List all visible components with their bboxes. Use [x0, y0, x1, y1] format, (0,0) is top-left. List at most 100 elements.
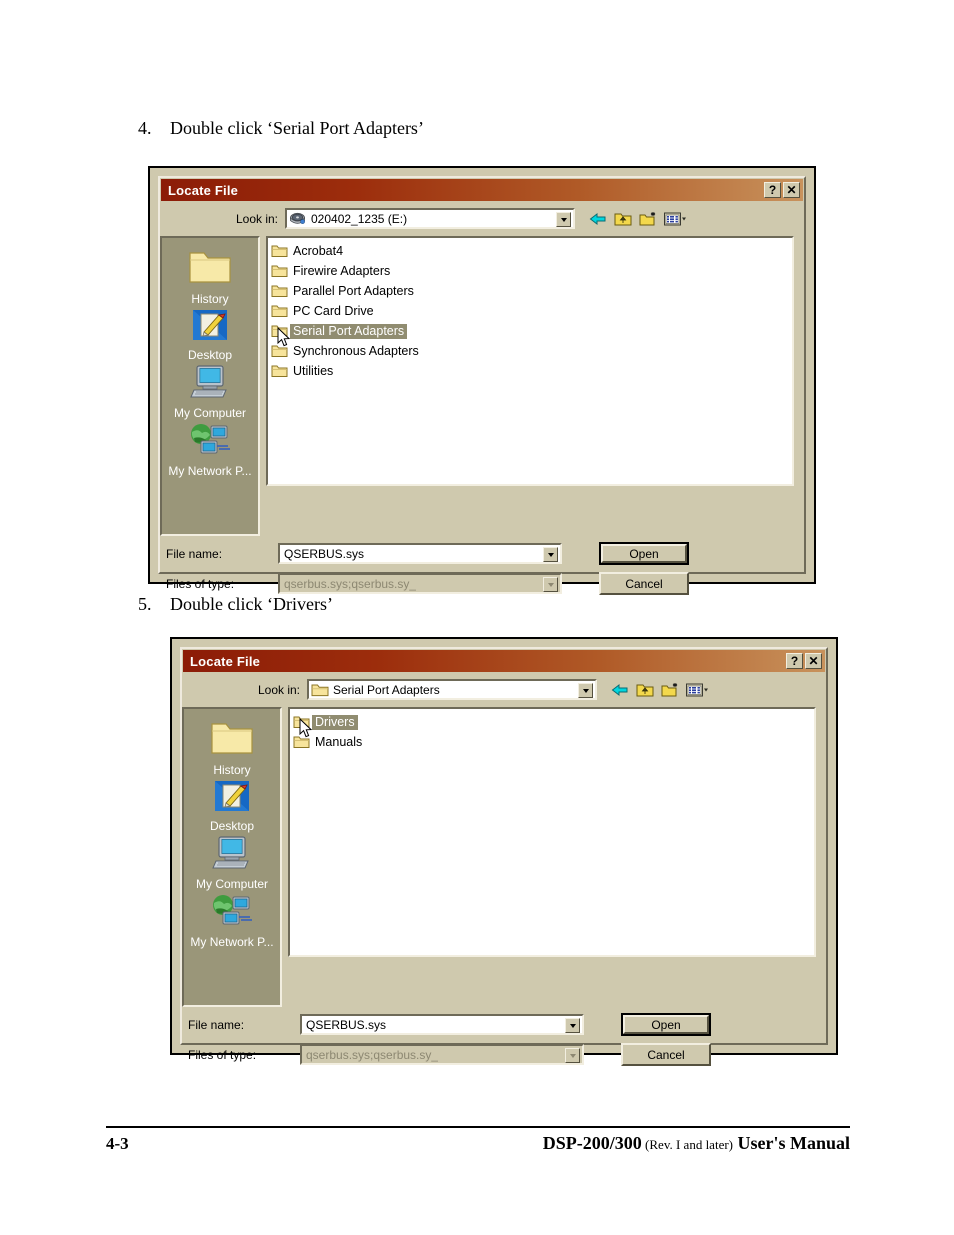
place-label: History [213, 763, 251, 777]
folder-icon [271, 284, 288, 299]
history-folder-icon [187, 248, 233, 291]
place-desktop[interactable]: Desktop [184, 779, 280, 833]
filename-value: QSERBUS.sys [306, 1017, 387, 1032]
open-button[interactable]: Open [621, 1013, 711, 1036]
place-my-network-places[interactable]: My Network P... [184, 893, 280, 949]
list-item-selected[interactable]: Drivers [290, 712, 814, 732]
help-button[interactable]: ? [764, 182, 781, 198]
place-label: My Computer [195, 877, 269, 891]
dialog2-file-list[interactable]: Drivers Manuals [288, 707, 816, 957]
dialog2-filename-row: File name: QSERBUS.sys Open [182, 1013, 826, 1036]
place-label: My Network P... [190, 935, 274, 949]
my-network-places-icon [210, 893, 254, 934]
list-item[interactable]: Parallel Port Adapters [268, 281, 792, 301]
dialog1-titlebar-buttons: ? ✕ [764, 182, 803, 198]
filename-value: QSERBUS.sys [284, 546, 365, 561]
step-4-label: Double click ‘Serial Port Adapters’ [170, 118, 424, 138]
dialog1-title: Locate File [168, 182, 239, 198]
place-label: My Computer [173, 406, 247, 420]
list-item[interactable]: Synchronous Adapters [268, 341, 792, 361]
place-label: Desktop [187, 348, 233, 362]
dialog2-titlebar: Locate File ? ✕ [183, 650, 825, 672]
back-icon[interactable] [610, 681, 630, 699]
chevron-down-icon[interactable] [565, 1048, 580, 1063]
dialog1-lookin-row: Look in: 020402_1235 (E:) [160, 208, 804, 229]
filename-input[interactable]: QSERBUS.sys [278, 543, 562, 564]
dialog1-form: File name: QSERBUS.sys Open Files of typ… [160, 542, 804, 595]
folder-icon [271, 344, 288, 359]
chevron-down-icon[interactable] [543, 577, 558, 592]
views-icon[interactable] [685, 681, 708, 699]
page-number: 4-3 [106, 1134, 129, 1153]
footer-divider [106, 1126, 850, 1128]
lookin-combo[interactable]: Serial Port Adapters [307, 679, 597, 700]
lookin-combo[interactable]: 020402_1235 (E:) [285, 208, 575, 229]
list-item[interactable]: Utilities [268, 361, 792, 381]
cancel-button-label: Cancel [647, 1047, 685, 1062]
dialog2-body: History Desktop My Computer My Network P… [182, 707, 826, 1007]
place-desktop[interactable]: Desktop [162, 308, 258, 362]
open-button-label: Open [623, 1015, 709, 1034]
folder-icon [271, 304, 288, 319]
open-button-label: Open [601, 544, 687, 563]
place-my-computer[interactable]: My Computer [162, 364, 258, 420]
list-item-label: Manuals [315, 734, 363, 749]
list-item-label: Acrobat4 [293, 243, 344, 258]
filetype-label: Files of type: [166, 576, 235, 591]
place-label: Desktop [209, 819, 255, 833]
step-5-text: 5. Double click ‘Drivers’ [138, 594, 333, 615]
open-button[interactable]: Open [599, 542, 689, 565]
chevron-down-icon[interactable] [578, 683, 593, 698]
filetype-label: Files of type: [188, 1047, 257, 1062]
place-my-computer[interactable]: My Computer [184, 835, 280, 891]
list-item-selected[interactable]: Serial Port Adapters [268, 321, 792, 341]
place-history[interactable]: History [184, 719, 280, 777]
footer-model: DSP-200/300 [542, 1133, 642, 1153]
new-folder-icon[interactable] [638, 210, 658, 228]
folder-icon [311, 682, 329, 698]
cancel-button[interactable]: Cancel [599, 572, 689, 595]
list-item[interactable]: PC Card Drive [268, 301, 792, 321]
filetype-select[interactable]: qserbus.sys;qserbus.sy_ [300, 1044, 584, 1065]
step-4-number: 4. [138, 118, 152, 138]
list-item[interactable]: Firewire Adapters [268, 261, 792, 281]
dialog2-lookin-row: Look in: Serial Port Adapters [182, 679, 826, 700]
dialog1-body: History Desktop My Computer My Network P… [160, 236, 804, 536]
new-folder-icon[interactable] [660, 681, 680, 699]
list-item-label: Parallel Port Adapters [293, 283, 414, 298]
dialog2-form: File name: QSERBUS.sys Open Files of typ… [182, 1013, 826, 1066]
back-icon[interactable] [588, 210, 608, 228]
manual-page: 4. Double click ‘Serial Port Adapters’ Lo… [0, 0, 954, 1235]
lookin-label: Look in: [257, 682, 300, 697]
cancel-button-label: Cancel [625, 576, 663, 591]
folder-icon [293, 715, 310, 730]
desktop-icon [213, 779, 251, 818]
filetype-select[interactable]: qserbus.sys;qserbus.sy_ [278, 573, 562, 594]
close-button[interactable]: ✕ [805, 653, 822, 669]
place-history[interactable]: History [162, 248, 258, 306]
chevron-down-icon[interactable] [543, 547, 558, 562]
dialog2-toolbar [597, 681, 708, 699]
list-item[interactable]: Acrobat4 [268, 241, 792, 261]
cancel-button[interactable]: Cancel [621, 1043, 711, 1066]
history-folder-icon [209, 719, 255, 762]
up-one-level-icon[interactable] [635, 681, 655, 699]
folder-icon [271, 264, 288, 279]
up-one-level-icon[interactable] [613, 210, 633, 228]
dialog2-places-bar: History Desktop My Computer My Network P… [182, 707, 282, 1007]
help-button[interactable]: ? [786, 653, 803, 669]
folder-icon [293, 735, 310, 750]
list-item-label: PC Card Drive [293, 303, 374, 318]
folder-icon [271, 364, 288, 379]
dialog1-file-list[interactable]: Acrobat4 Firewire Adapters Parallel Port… [266, 236, 794, 486]
cdrom-drive-icon [289, 211, 307, 227]
chevron-down-icon[interactable] [565, 1018, 580, 1033]
chevron-down-icon[interactable] [556, 212, 571, 227]
list-item[interactable]: Manuals [290, 732, 814, 752]
locate-file-dialog-2: Locate File ? ✕ Look in: Serial Port Ada… [170, 637, 838, 1066]
filename-label: File name: [188, 1017, 245, 1032]
close-button[interactable]: ✕ [783, 182, 800, 198]
views-icon[interactable] [663, 210, 686, 228]
place-my-network-places[interactable]: My Network P... [162, 422, 258, 478]
filename-input[interactable]: QSERBUS.sys [300, 1014, 584, 1035]
